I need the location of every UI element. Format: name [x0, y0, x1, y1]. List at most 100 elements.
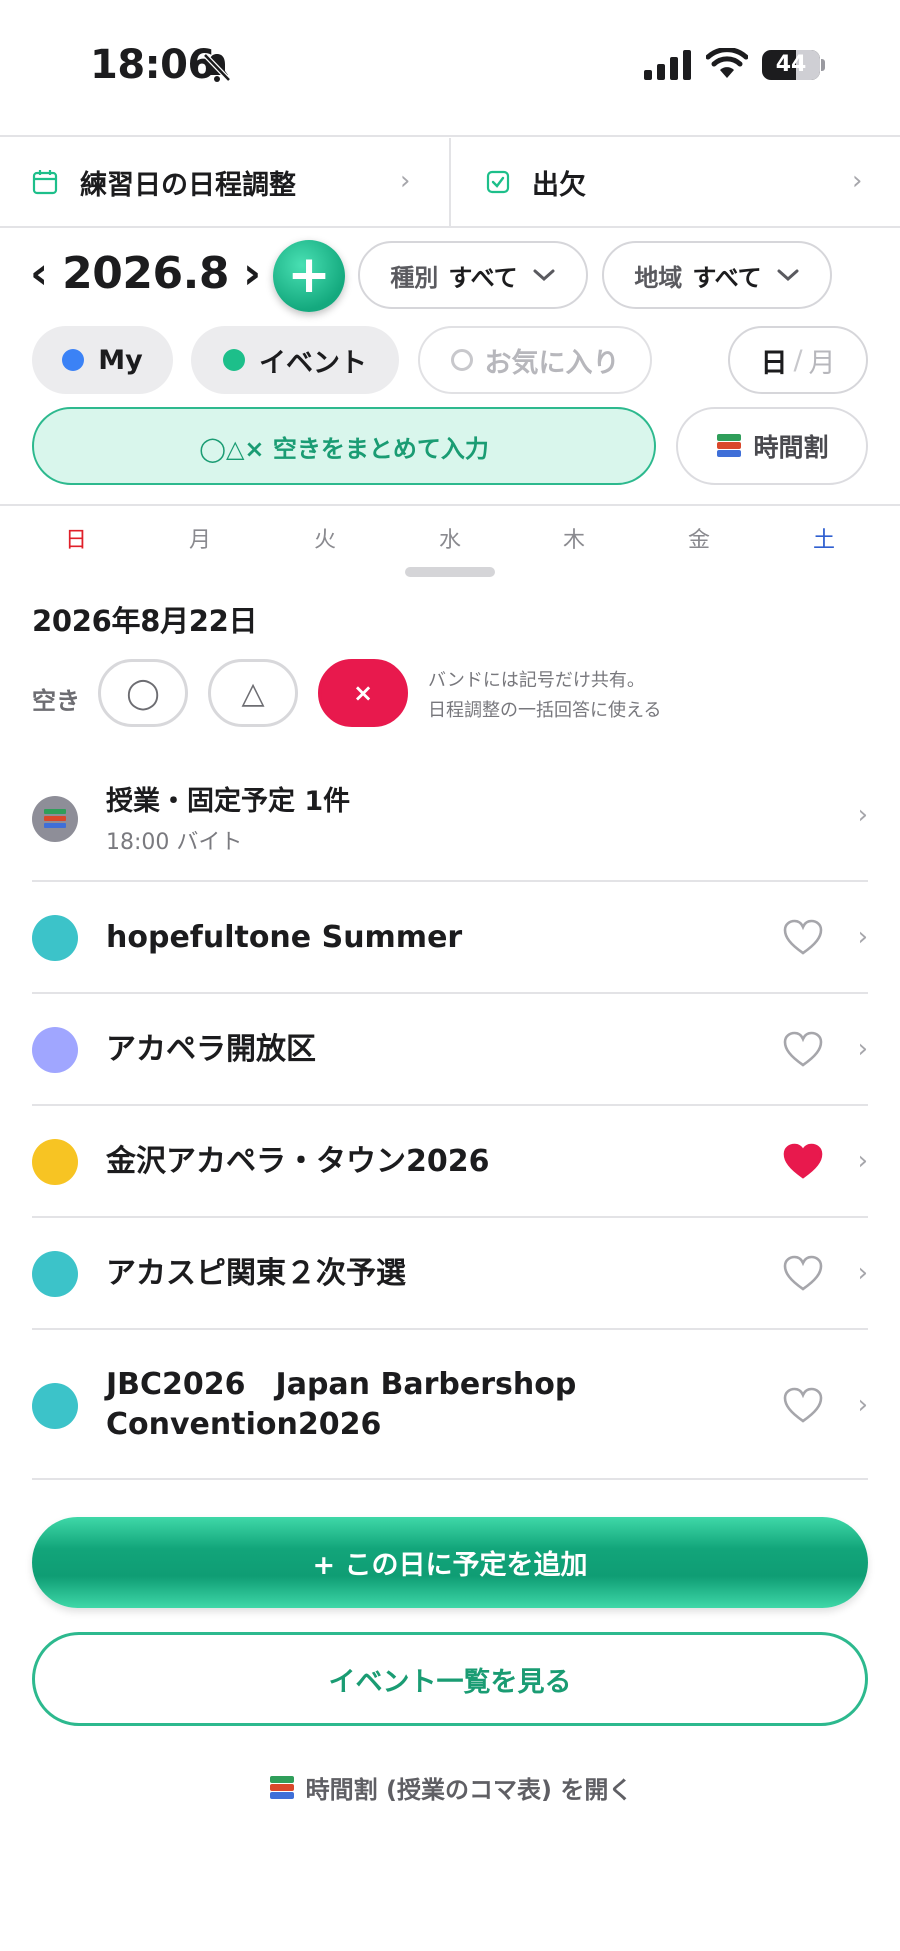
chevron-right-icon: › — [857, 1034, 868, 1064]
weekday-mon: 月 — [188, 528, 211, 553]
battery-level: 44 — [775, 52, 807, 77]
list-item[interactable]: JBC2026 Japan Barbershop Convention2026 … — [32, 1330, 868, 1480]
region-filter[interactable]: 地域 すべて — [602, 241, 832, 309]
weekday-thu: 木 — [562, 528, 585, 553]
chevron-down-icon — [533, 269, 555, 282]
weekday-sun: 日 — [64, 528, 87, 553]
event-color-dot — [32, 1251, 78, 1297]
fixed-schedule-title: 授業・固定予定 1件 — [106, 786, 351, 817]
month-nav: ‹ 2026.8 › — [30, 248, 261, 299]
chevron-right-icon: › — [852, 166, 863, 196]
signal-icon — [644, 50, 691, 80]
heart-outline-icon[interactable] — [782, 1386, 824, 1424]
event-title: アカペラ開放区 — [106, 1032, 316, 1067]
wifi-icon — [706, 48, 748, 78]
plus-icon: + — [287, 245, 331, 305]
availability-unavailable-button[interactable]: × — [318, 659, 408, 727]
chip-favorites-label: お気に入り — [484, 347, 620, 379]
event-dot-icon — [223, 349, 245, 371]
fixed-schedule-subtitle: 18:00 バイト — [106, 830, 243, 855]
chevron-right-icon: › — [857, 1390, 868, 1420]
list-item[interactable]: hopefultone Summer › — [32, 882, 868, 994]
weekday-wed: 水 — [438, 528, 461, 553]
heart-outline-icon[interactable] — [782, 918, 824, 956]
prev-month-button[interactable]: ‹ — [30, 248, 48, 299]
my-dot-icon — [62, 349, 85, 371]
event-title-line1: JBC2026 Japan Barbershop — [106, 1367, 577, 1402]
chevron-right-icon: › — [857, 922, 868, 952]
availability-label: 空き — [32, 687, 80, 715]
event-color-dot — [32, 1027, 78, 1073]
chip-my-label: My — [98, 344, 143, 376]
chevron-right-icon: › — [857, 1146, 868, 1176]
weekday-tue: 火 — [313, 528, 336, 553]
availability-maybe-button[interactable]: △ — [208, 659, 298, 727]
tab-practice-schedule[interactable]: 練習日の日程調整 — [32, 138, 296, 226]
heart-outline-icon[interactable] — [782, 1030, 824, 1068]
month-label: 2026.8 — [62, 248, 229, 299]
list-item[interactable]: アカペラ開放区 › — [32, 994, 868, 1106]
timetable-button-label: 時間割 — [753, 433, 829, 462]
event-color-dot — [32, 1383, 78, 1429]
fixed-schedule-row[interactable]: 授業・固定予定 1件 18:00 バイト › — [32, 752, 868, 882]
chevron-right-icon: › — [857, 800, 868, 830]
status-time: 18:06 — [90, 42, 215, 88]
availability-note-line2: 日程調整の一括回答に使える — [428, 700, 662, 721]
event-title: 金沢アカペラ・タウン2026 — [106, 1144, 490, 1179]
books-icon — [268, 1775, 296, 1801]
weekday-header: 日 月 火 水 木 金 土 — [0, 522, 900, 558]
heart-filled-icon[interactable] — [782, 1142, 824, 1180]
toggle-month[interactable]: 月 — [809, 341, 836, 380]
event-color-dot — [32, 1139, 78, 1185]
toggle-day[interactable]: 日 — [760, 341, 787, 380]
chip-my[interactable]: My — [32, 326, 173, 394]
tab-attendance-label: 出欠 — [532, 169, 586, 201]
favorites-ring-icon — [450, 349, 473, 371]
chip-favorites[interactable]: お気に入り — [418, 326, 652, 394]
availability-note-line1: バンドには記号だけ共有。 — [428, 670, 645, 691]
calendar-icon — [32, 170, 58, 195]
battery-icon: 44 — [762, 50, 820, 80]
open-timetable-label: 時間割 (授業のコマ表) を開く — [305, 1776, 633, 1804]
category-filter[interactable]: 種別 すべて — [358, 241, 588, 309]
chevron-down-icon — [777, 269, 799, 282]
event-list-button[interactable]: イベント一覧を見る — [32, 1632, 868, 1726]
bell-muted-icon — [203, 53, 231, 82]
toggle-separator: / — [793, 344, 803, 376]
region-filter-value: すべて — [692, 263, 762, 292]
list-item[interactable]: 金沢アカペラ・タウン2026 › — [32, 1106, 868, 1218]
event-title: アカスピ関東２次予選 — [106, 1256, 406, 1291]
chip-event-label: イベント — [259, 347, 367, 379]
tab-practice-schedule-label: 練習日の日程調整 — [80, 169, 296, 201]
checkbox-icon — [486, 170, 510, 194]
chevron-right-icon: › — [400, 166, 411, 196]
event-title: hopefultone Summer — [106, 920, 463, 955]
add-schedule-button[interactable]: + この日に予定を追加 — [32, 1517, 868, 1608]
books-icon — [715, 433, 743, 459]
heart-outline-icon[interactable] — [782, 1254, 824, 1292]
open-timetable-link[interactable]: 時間割 (授業のコマ表) を開く — [0, 1770, 900, 1805]
availability-available-button[interactable]: ◯ — [98, 659, 188, 727]
tab-attendance[interactable]: 出欠 — [486, 138, 586, 226]
event-color-dot — [32, 915, 78, 961]
bulk-availability-button[interactable]: ◯△× 空きをまとめて入力 — [32, 407, 656, 485]
selected-date: 2026年8月22日 — [32, 604, 258, 638]
weekday-fri: 金 — [687, 528, 710, 553]
chip-event[interactable]: イベント — [191, 326, 399, 394]
category-filter-key: 種別 — [390, 263, 439, 292]
day-month-toggle[interactable]: 日 / 月 — [728, 326, 868, 394]
event-title: JBC2026 Japan Barbershop Convention2026 — [106, 1365, 576, 1445]
list-item[interactable]: アカスピ関東２次予選 › — [32, 1218, 868, 1330]
timetable-button[interactable]: 時間割 — [676, 407, 868, 485]
category-filter-value: すべて — [448, 263, 518, 292]
status-bar: 18:06 44 — [0, 0, 900, 136]
add-event-button[interactable]: + — [273, 240, 345, 312]
availability-note: バンドには記号だけ共有。 日程調整の一括回答に使える — [428, 666, 661, 726]
region-filter-key: 地域 — [634, 263, 683, 292]
chevron-right-icon: › — [857, 1258, 868, 1288]
next-month-button[interactable]: › — [243, 248, 261, 299]
weekday-sat: 土 — [812, 528, 835, 553]
books-avatar-icon — [32, 796, 78, 842]
sheet-drag-handle[interactable] — [405, 567, 495, 577]
event-title-line2: Convention2026 — [106, 1407, 382, 1442]
